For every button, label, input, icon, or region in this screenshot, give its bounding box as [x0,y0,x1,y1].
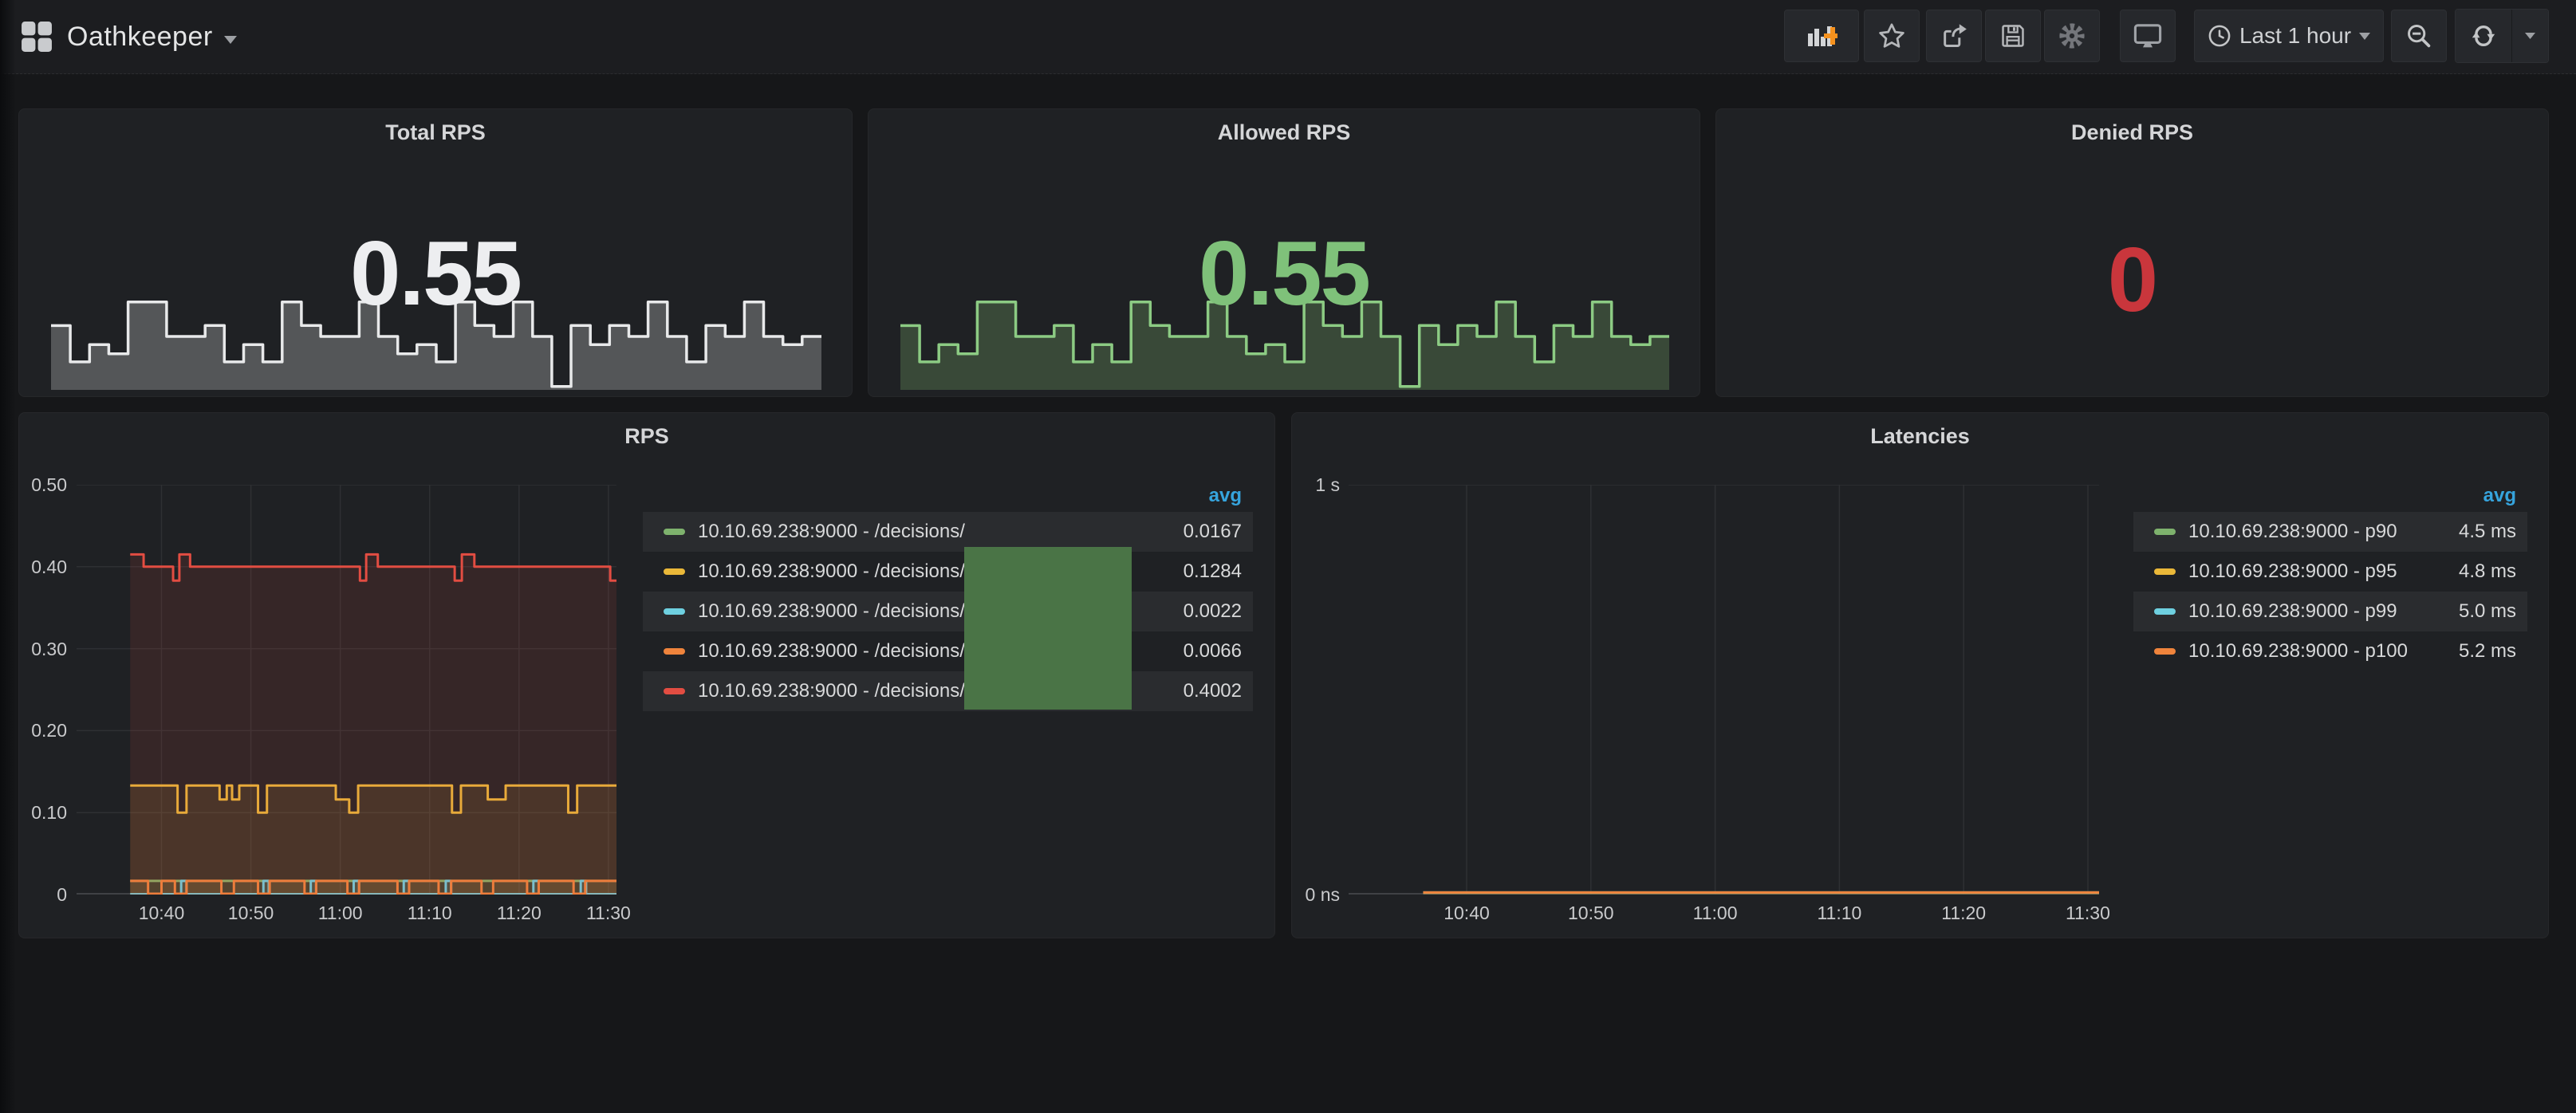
legend-item[interactable]: 10.10.69.238:9000 - p90 4.5 ms [2133,512,2527,552]
panel-rps-chart: RPS 0 0.10 0.20 0.30 0.40 0.50 10:40 10:50 11:0… [18,412,1275,938]
caret-down-icon [2525,33,2535,39]
latencies-chart-plot[interactable] [1349,485,2099,895]
settings-button[interactable] [2044,10,2100,62]
stat-value: 0 [1716,235,2548,326]
series-color-swatch [664,648,685,655]
panel-title[interactable]: Denied RPS [1716,120,2548,145]
legend-item[interactable]: 10.10.69.238:9000 - /decisions/ 0.0066 [643,631,1253,671]
dashboard-picker-button[interactable] [21,21,53,53]
panel-allowed-rps: Allowed RPS 0.55 [868,108,1700,397]
y-tick-label: 0.50 [19,475,67,494]
legend-item[interactable]: 10.10.69.238:9000 - p100 5.2 ms [2133,631,2527,671]
share-icon [1940,22,1967,49]
x-tick-label: 11:10 [1817,903,1861,924]
series-color-swatch [2154,608,2176,615]
series-color-swatch [2154,648,2176,655]
add-panel-icon [1806,22,1837,50]
grid-icon [21,21,53,53]
panel-title[interactable]: Total RPS [19,120,852,145]
dashboard-title: Oathkeeper [67,22,213,53]
caret-down-icon [2359,33,2370,40]
star-icon [1878,22,1905,49]
x-tick-label: 10:50 [1568,903,1614,924]
share-button[interactable] [1926,10,1982,62]
gridlines [1349,485,2099,895]
y-tick-label: 0.10 [19,803,67,822]
x-axis: 10:4010:5011:0011:1011:2011:30 [77,903,616,926]
x-tick-label: 11:20 [1941,903,1986,924]
refresh-icon [2470,22,2497,49]
caret-down-icon [224,36,237,44]
y-axis: 00.100.200.300.400.50 [19,485,67,895]
series-color-swatch [664,688,685,694]
legend-avg-header[interactable]: avg [1209,485,1242,507]
rps-chart-plot[interactable] [77,485,616,895]
x-tick-label: 11:20 [497,903,542,924]
legend-header: avg [2133,480,2527,512]
x-tick-label: 10:40 [139,903,185,924]
series-color-swatch [664,608,685,615]
time-picker-button[interactable]: Last 1 hour [2194,10,2384,62]
panel-total-rps: Total RPS 0.55 [18,108,853,397]
y-tick-label: 0.40 [19,557,67,576]
series-color-swatch [664,568,685,575]
panel-title[interactable]: Latencies [1292,424,2548,449]
legend-table: avg 10.10.69.238:9000 - /decisions/ 0.01… [643,480,1253,711]
legend-item[interactable]: 10.10.69.238:9000 - /decisions/ 0.1284 [643,552,1253,592]
panel-title[interactable]: RPS [19,424,1274,449]
x-tick-label: 10:50 [228,903,274,924]
y-axis: 0 ns1 s [1292,485,1340,895]
legend-table: avg 10.10.69.238:9000 - p90 4.5 ms 10.10… [2133,480,2527,671]
x-tick-label: 11:00 [1693,903,1738,924]
save-icon [1999,22,2027,49]
series-color-swatch [2154,568,2176,575]
x-axis: 10:4010:5011:0011:1011:2011:30 [1349,903,2099,926]
x-tick-label: 11:30 [586,903,631,924]
monitor-icon [2133,22,2162,49]
zoom-out-button[interactable] [2391,10,2447,62]
y-tick-label: 0 [19,885,67,904]
refresh-button[interactable] [2456,10,2511,62]
clock-icon [2208,24,2231,48]
time-range-label: Last 1 hour [2239,23,2351,49]
navbar-left: Oathkeeper [21,21,237,53]
legend-item[interactable]: 10.10.69.238:9000 - /decisions/ 0.0022 [643,592,1253,631]
legend-item[interactable]: 10.10.69.238:9000 - /decisions/ 0.4002 [643,671,1253,711]
legend-item[interactable]: 10.10.69.238:9000 - p95 4.8 ms [2133,552,2527,592]
star-button[interactable] [1864,10,1920,62]
panel-denied-rps: Denied RPS 0 [1715,108,2549,397]
stat-value: 0.55 [19,229,852,320]
x-tick-label: 11:10 [408,903,452,924]
legend-avg-header[interactable]: avg [2483,485,2516,507]
y-tick-label: 0.20 [19,721,67,740]
legend-header: avg [643,480,1253,512]
refresh-interval-dropdown[interactable] [2511,10,2548,62]
save-button[interactable] [1985,10,2041,62]
navbar-toolbar: Last 1 hour [1784,9,2549,63]
y-tick-label: 0.30 [19,639,67,659]
dashboard-title-dropdown[interactable]: Oathkeeper [67,22,237,53]
panel-title[interactable]: Allowed RPS [869,120,1700,145]
refresh-button-group [2455,9,2549,63]
x-tick-label: 11:30 [2066,903,2110,924]
y-tick-label: 0 ns [1292,885,1340,904]
x-tick-label: 10:40 [1444,903,1490,924]
stat-value: 0.55 [869,229,1700,320]
zoom-out-icon [2405,22,2432,49]
panel-latencies-chart: Latencies 0 ns1 s 10:4010:5011:0011:1011… [1291,412,2549,938]
tv-mode-button[interactable] [2120,10,2176,62]
gear-icon [2058,22,2086,50]
series-area [130,554,616,895]
green-overlay [964,547,1132,710]
series-color-swatch [2154,529,2176,535]
y-tick-label: 1 s [1292,475,1340,494]
legend-item[interactable]: 10.10.69.238:9000 - /decisions/ 0.0167 [643,512,1253,552]
navbar: Oathkeeper [0,0,2576,74]
series-color-swatch [664,529,685,535]
legend-item[interactable]: 10.10.69.238:9000 - p99 5.0 ms [2133,592,2527,631]
x-tick-label: 11:00 [318,903,363,924]
sidebar-edge [0,0,16,1113]
add-panel-button[interactable] [1784,10,1859,62]
